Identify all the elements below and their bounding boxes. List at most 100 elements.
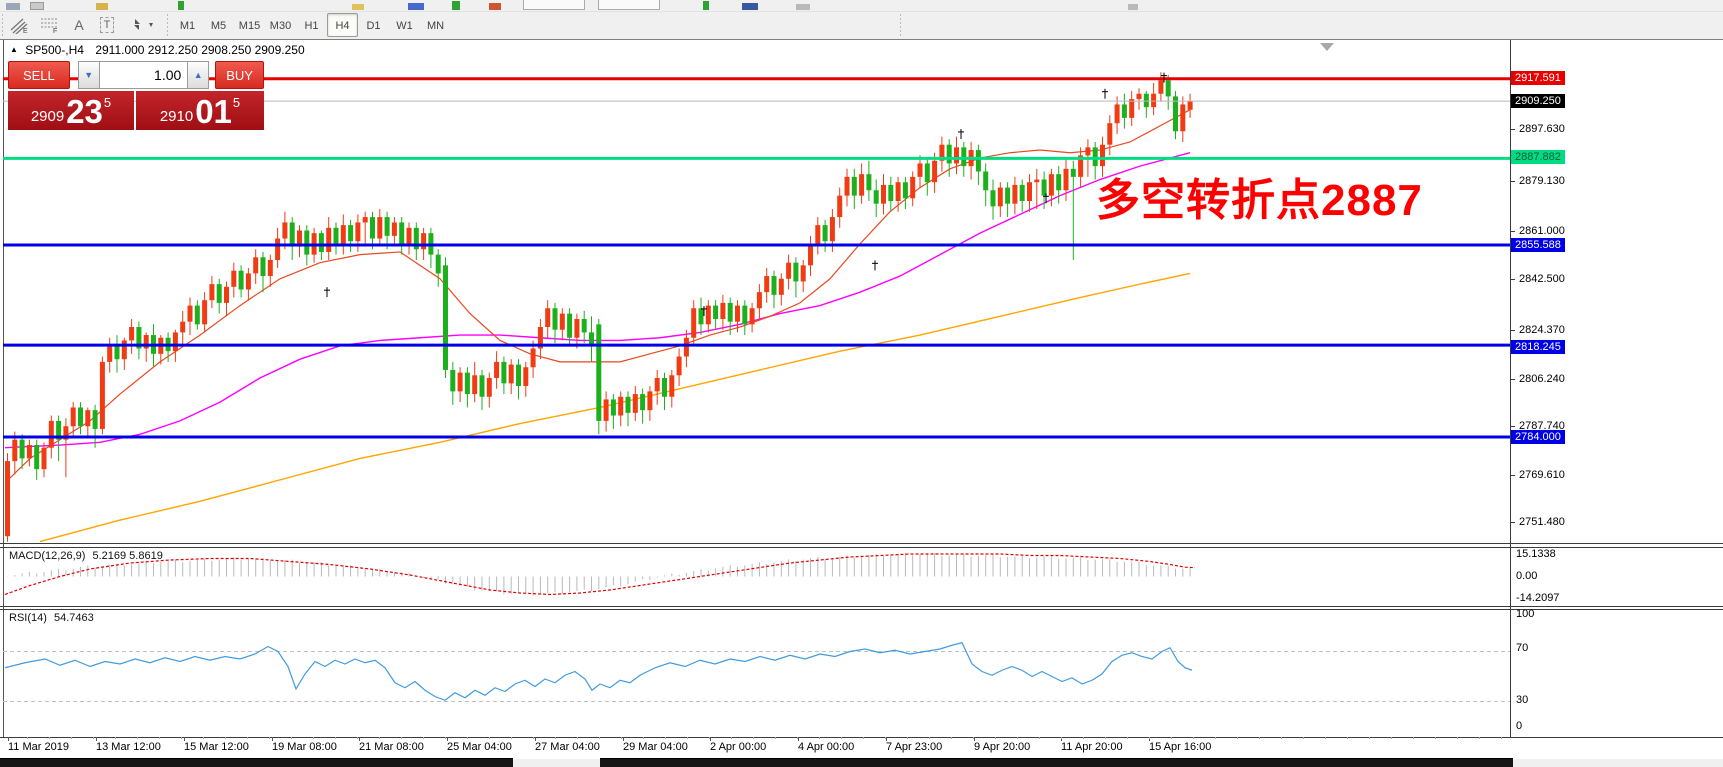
time-minor-tick: [1193, 737, 1194, 739]
time-minor-tick: [1303, 737, 1304, 739]
time-minor-tick: [951, 737, 952, 739]
buy-price-main: 01: [195, 97, 232, 127]
price-badge[interactable]: 2855.588: [1511, 238, 1565, 252]
toolbar-icons-partial: [0, 0, 1723, 12]
timeframe-button-m15[interactable]: M15: [234, 13, 265, 37]
timeframe-button-mn[interactable]: MN: [420, 13, 451, 37]
time-minor-tick: [907, 737, 908, 739]
time-axis-line: [0, 737, 1723, 738]
time-minor-tick: [1127, 737, 1128, 739]
timeframe-button-w1[interactable]: W1: [389, 13, 420, 37]
time-minor-tick: [489, 737, 490, 739]
chart-annotation-text[interactable]: 多空转折点2887: [1096, 164, 1423, 228]
timeframe-bar: M1M5M15M30H1H4D1W1MN: [172, 13, 451, 37]
time-tick-label: 11 Apr 20:00: [1061, 741, 1123, 753]
timeframe-button-m5[interactable]: M5: [203, 13, 234, 37]
time-tick-label: 7 Apr 23:00: [886, 741, 942, 753]
time-minor-tick: [995, 737, 996, 739]
volume-increase-button[interactable]: ▲: [187, 61, 209, 89]
chart-toolbar: E F A T M1M5M15M30H1H4D1W1MN: [0, 12, 1723, 39]
chart-shift-marker-icon[interactable]: [1320, 43, 1334, 51]
chart-symbol-timeframe: SP500-,H4: [25, 43, 84, 57]
buy-price-prefix: 2910: [160, 107, 193, 127]
equidistant-channel-icon[interactable]: E: [6, 14, 32, 36]
macd-scale-label: 15.1338: [1516, 548, 1556, 560]
sell-price-main: 23: [66, 97, 103, 127]
price-tick-label: 2824.370: [1519, 324, 1565, 336]
time-minor-tick: [687, 737, 688, 739]
panel-separator[interactable]: [0, 547, 1723, 548]
price-badge[interactable]: 2887.882: [1511, 150, 1565, 164]
time-minor-tick: [137, 737, 138, 739]
buy-button[interactable]: BUY: [215, 61, 264, 89]
one-click-trade-panel: SELL ▼ 1.00 ▲ BUY 2909 23 5 2910 01 5: [8, 61, 264, 130]
buy-price-display[interactable]: 2910 01 5: [136, 91, 264, 130]
time-minor-tick: [665, 737, 666, 739]
time-tick-label: 15 Mar 12:00: [184, 741, 249, 753]
time-minor-tick: [643, 737, 644, 739]
price-tick-mark: [1510, 426, 1515, 427]
time-minor-tick: [335, 737, 336, 739]
time-minor-tick: [577, 737, 578, 739]
time-minor-tick: [709, 737, 710, 739]
time-minor-tick: [1391, 737, 1392, 739]
timeframe-button-d1[interactable]: D1: [358, 13, 389, 37]
price-tick-label: 2751.480: [1519, 516, 1565, 528]
arrows-tool-icon[interactable]: [126, 14, 160, 36]
panel-separator[interactable]: [0, 606, 1723, 607]
price-tick-mark: [1510, 379, 1515, 380]
sell-button[interactable]: SELL: [8, 61, 70, 89]
time-minor-tick: [1017, 737, 1018, 739]
time-tick-label: 27 Mar 04:00: [535, 741, 600, 753]
rsi-scale-label: 100: [1516, 608, 1534, 620]
timeframe-button-h1[interactable]: H1: [296, 13, 327, 37]
time-minor-tick: [929, 737, 930, 739]
price-axis-line: [1510, 40, 1511, 738]
chart-title: ▲ SP500-,H4 2911.000 2912.250 2908.250 2…: [10, 43, 305, 57]
time-tick-label: 25 Mar 04:00: [447, 741, 512, 753]
time-minor-tick: [1281, 737, 1282, 739]
panel-separator[interactable]: [0, 609, 1723, 610]
time-minor-tick: [1171, 737, 1172, 739]
price-tick-mark: [1510, 279, 1515, 280]
text-label-tool-icon[interactable]: T: [94, 14, 120, 36]
time-minor-tick: [1413, 737, 1414, 739]
time-minor-tick: [885, 737, 886, 739]
timeframe-button-h4[interactable]: H4: [327, 13, 358, 37]
price-tick-mark: [1510, 231, 1515, 232]
price-badge[interactable]: 2784.000: [1511, 430, 1565, 444]
fibonacci-icon[interactable]: F: [36, 14, 62, 36]
sell-price-display[interactable]: 2909 23 5: [8, 91, 134, 130]
price-badge[interactable]: 2917.591: [1511, 71, 1565, 85]
price-badge[interactable]: 2818.245: [1511, 340, 1565, 354]
timeframe-button-m30[interactable]: M30: [265, 13, 296, 37]
price-tick-label: 2897.630: [1519, 123, 1565, 135]
macd-scale-label: 0.00: [1516, 570, 1537, 582]
time-minor-tick: [357, 737, 358, 739]
price-tick-mark: [1510, 522, 1515, 523]
time-tick-label: 21 Mar 08:00: [359, 741, 424, 753]
text-tool-icon[interactable]: A: [66, 14, 92, 36]
timeframe-button-m1[interactable]: M1: [172, 13, 203, 37]
time-minor-tick: [1325, 737, 1326, 739]
time-tick-label: 15 Apr 16:00: [1149, 741, 1211, 753]
rsi-panel[interactable]: [3, 609, 1510, 737]
macd-signal-line: [5, 554, 1195, 595]
collapse-triangle-icon[interactable]: ▲: [10, 45, 18, 54]
panel-separator[interactable]: [0, 543, 1723, 544]
time-minor-tick: [467, 737, 468, 739]
price-badge[interactable]: 2909.250: [1511, 94, 1565, 108]
time-minor-tick: [225, 737, 226, 739]
time-minor-tick: [1215, 737, 1216, 739]
time-minor-tick: [27, 737, 28, 739]
price-tick-label: 2842.500: [1519, 273, 1565, 285]
rsi-scale-label: 30: [1516, 694, 1528, 706]
volume-decrease-button[interactable]: ▼: [78, 61, 100, 89]
time-minor-tick: [181, 737, 182, 739]
time-minor-tick: [203, 737, 204, 739]
price-tick-mark: [1510, 181, 1515, 182]
macd-panel[interactable]: [3, 548, 1510, 606]
time-minor-tick: [1501, 737, 1502, 739]
volume-input[interactable]: 1.00: [100, 61, 188, 89]
time-minor-tick: [1149, 737, 1150, 739]
